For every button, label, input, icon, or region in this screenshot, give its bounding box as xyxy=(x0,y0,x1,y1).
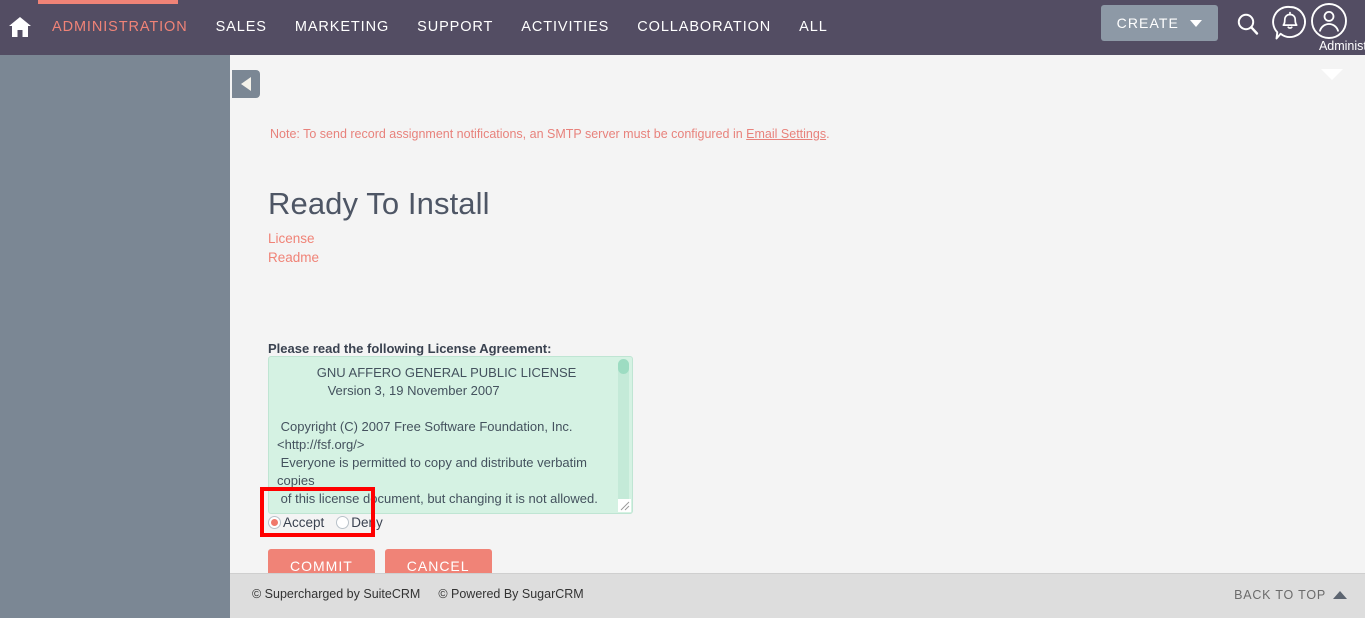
search-icon[interactable] xyxy=(1234,10,1262,38)
user-avatar-icon xyxy=(1311,3,1347,39)
footer-credits: © Supercharged by SuiteCRM © Powered By … xyxy=(252,587,584,601)
home-icon[interactable] xyxy=(6,13,34,41)
nav-link-support[interactable]: SUPPORT xyxy=(403,0,507,55)
email-settings-link[interactable]: Email Settings xyxy=(746,127,826,141)
license-scrollbar-thumb-top xyxy=(618,359,629,374)
sidebar-collapse-button[interactable] xyxy=(232,70,260,98)
footer-suitecrm-credit: © Supercharged by SuiteCRM xyxy=(252,587,421,601)
back-to-top-button[interactable]: BACK TO TOP xyxy=(1234,588,1347,602)
create-button[interactable]: CREATE xyxy=(1100,5,1218,41)
page-title: Ready To Install xyxy=(268,185,490,221)
left-sidebar xyxy=(0,55,230,618)
suitecrm-install-page: ADMINISTRATION SALES MARKETING SUPPORT A… xyxy=(0,0,1365,618)
nav-link-sales[interactable]: SALES xyxy=(202,0,281,55)
radio-accept-label: Accept xyxy=(283,515,325,530)
textarea-resize-handle[interactable] xyxy=(618,499,631,512)
collapse-left-triangle-icon xyxy=(241,77,251,91)
nav-link-all[interactable]: ALL xyxy=(785,0,842,55)
top-navigation-bar: ADMINISTRATION SALES MARKETING SUPPORT A… xyxy=(0,0,1365,55)
license-accept-radio-group: Accept Deny xyxy=(268,515,395,530)
radio-deny-indicator xyxy=(336,516,350,529)
license-scrollbar[interactable] xyxy=(617,359,630,511)
smtp-note: Note: To send record assignment notifica… xyxy=(270,127,830,141)
nav-link-administration[interactable]: ADMINISTRATION xyxy=(38,0,202,55)
radio-accept[interactable]: Accept xyxy=(268,515,336,530)
nav-link-activities[interactable]: ACTIVITIES xyxy=(507,0,623,55)
license-agreement-textarea[interactable]: GNU AFFERO GENERAL PUBLIC LICENSE Versio… xyxy=(268,356,633,514)
license-doc-link[interactable]: License xyxy=(268,230,319,248)
page-footer: © Supercharged by SuiteCRM © Powered By … xyxy=(230,573,1365,618)
create-button-label: CREATE xyxy=(1116,15,1179,31)
smtp-note-prefix: Note: To send record assignment notifica… xyxy=(270,127,747,141)
license-agreement-text: GNU AFFERO GENERAL PUBLIC LICENSE Versio… xyxy=(277,365,598,506)
back-to-top-label: BACK TO TOP xyxy=(1234,588,1326,602)
footer-sugarcrm-credit: © Powered By SugarCRM xyxy=(438,587,584,601)
triangle-up-icon xyxy=(1333,591,1347,599)
chevron-down-icon xyxy=(1190,19,1202,27)
radio-deny[interactable]: Deny xyxy=(336,515,395,530)
radio-deny-label: Deny xyxy=(351,515,383,530)
document-links: License Readme xyxy=(268,230,319,267)
readme-doc-link[interactable]: Readme xyxy=(268,249,319,267)
chevron-down-icon[interactable] xyxy=(1321,69,1343,80)
license-scrollbar-thumb[interactable] xyxy=(618,359,629,507)
user-menu[interactable]: Administr xyxy=(1293,2,1365,53)
main-content-area: Note: To send record assignment notifica… xyxy=(230,55,1365,583)
license-agreement-label: Please read the following License Agreem… xyxy=(268,341,552,356)
radio-accept-indicator xyxy=(268,516,281,529)
smtp-note-suffix: . xyxy=(826,127,830,141)
user-name-label: Administr xyxy=(1318,39,1365,53)
main-nav-links: ADMINISTRATION SALES MARKETING SUPPORT A… xyxy=(38,0,842,55)
nav-link-collaboration[interactable]: COLLABORATION xyxy=(623,0,785,55)
nav-link-marketing[interactable]: MARKETING xyxy=(281,0,403,55)
